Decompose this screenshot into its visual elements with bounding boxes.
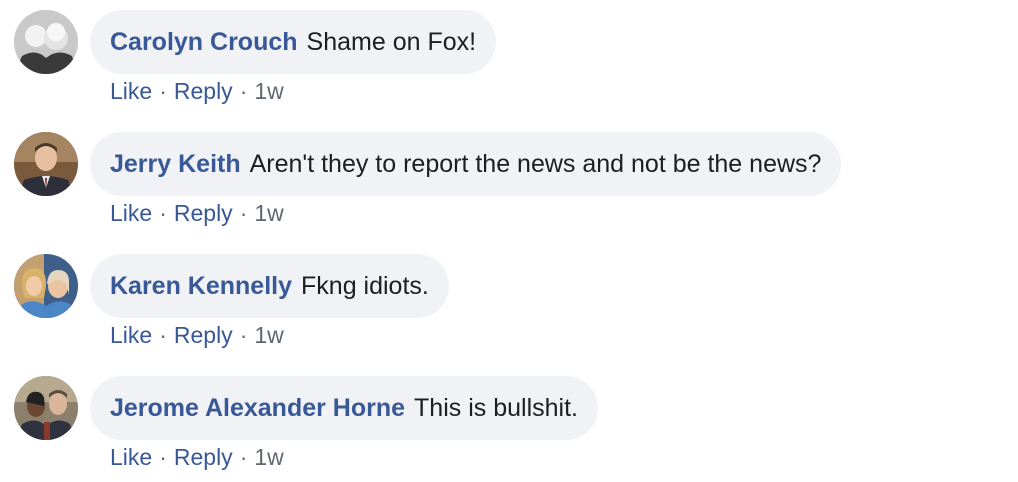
comment-bubble: Karen Kennelly Fkng idiots. [90, 254, 449, 318]
separator: · [239, 78, 248, 104]
reply-button[interactable]: Reply [174, 78, 233, 105]
like-button[interactable]: Like [110, 322, 152, 349]
comment-item: Jerome Alexander Horne This is bullshit.… [0, 366, 1018, 478]
reply-button[interactable]: Reply [174, 322, 233, 349]
comment-actions: Like · Reply · 1w [110, 322, 284, 349]
separator: · [239, 200, 248, 226]
comment-timestamp[interactable]: 1w [254, 444, 283, 471]
comment-item: Jerry Keith Aren't they to report the ne… [0, 122, 1018, 234]
avatar-photo-icon [14, 132, 78, 196]
comment-text: Shame on Fox! [306, 27, 477, 56]
avatar[interactable] [14, 254, 78, 318]
avatar[interactable] [14, 132, 78, 196]
comment-author[interactable]: Carolyn Crouch [110, 28, 298, 57]
comment-actions: Like · Reply · 1w [110, 78, 284, 105]
separator: · [159, 444, 167, 470]
comment-text: Fkng idiots. [301, 271, 429, 300]
comment-item: Carolyn Crouch Shame on Fox! Like · Repl… [0, 0, 1018, 112]
comment-author[interactable]: Jerry Keith [110, 150, 241, 179]
separator: · [239, 444, 248, 470]
avatar-photo-icon [14, 10, 78, 74]
comment-actions: Like · Reply · 1w [110, 200, 284, 227]
comment-text: Aren't they to report the news and not b… [249, 149, 822, 178]
like-button[interactable]: Like [110, 200, 152, 227]
reply-button[interactable]: Reply [174, 200, 233, 227]
comment-timestamp[interactable]: 1w [254, 78, 283, 105]
like-button[interactable]: Like [110, 444, 152, 471]
separator: · [159, 78, 167, 104]
comment-text: This is bullshit. [414, 393, 578, 422]
comment-timestamp[interactable]: 1w [254, 322, 283, 349]
reply-button[interactable]: Reply [174, 444, 233, 471]
comments-list: Carolyn Crouch Shame on Fox! Like · Repl… [0, 0, 1018, 482]
separator: · [159, 322, 167, 348]
avatar-photo-icon [14, 254, 78, 318]
comment-bubble: Jerome Alexander Horne This is bullshit. [90, 376, 598, 440]
avatar-photo-icon [14, 376, 78, 440]
separator: · [239, 322, 248, 348]
avatar[interactable] [14, 10, 78, 74]
comment-author[interactable]: Karen Kennelly [110, 272, 292, 301]
comment-bubble: Carolyn Crouch Shame on Fox! [90, 10, 497, 74]
comment-author[interactable]: Jerome Alexander Horne [110, 394, 405, 423]
separator: · [159, 200, 167, 226]
comment-item: Karen Kennelly Fkng idiots. Like · Reply… [0, 244, 1018, 356]
comment-bubble: Jerry Keith Aren't they to report the ne… [90, 132, 842, 196]
avatar[interactable] [14, 376, 78, 440]
comment-actions: Like · Reply · 1w [110, 444, 284, 471]
like-button[interactable]: Like [110, 78, 152, 105]
comment-timestamp[interactable]: 1w [254, 200, 283, 227]
